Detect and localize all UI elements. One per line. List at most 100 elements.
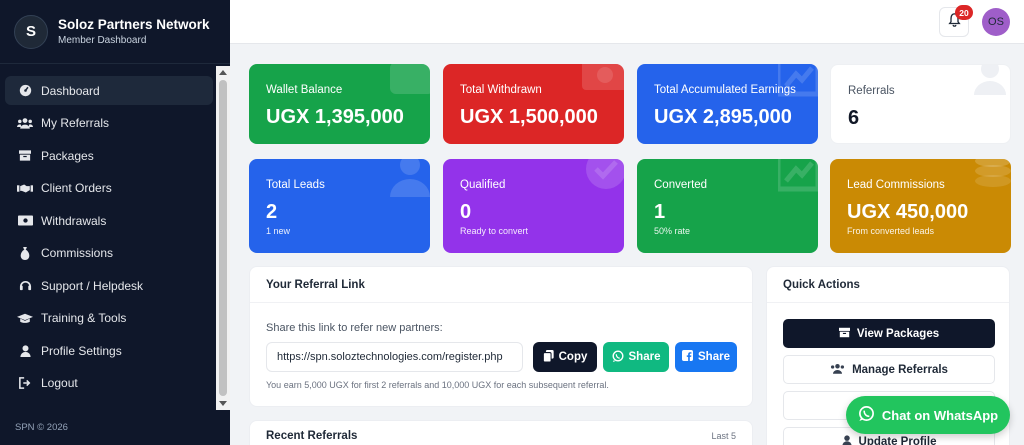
- stat-subtext: Ready to convert: [460, 226, 529, 236]
- stat-label: Referrals: [848, 85, 895, 97]
- stat-subtext: From converted leads: [847, 226, 935, 236]
- wallet-icon: [390, 64, 430, 94]
- stat-label: Total Accumulated Earnings: [654, 84, 796, 96]
- stat-value: 1: [654, 201, 666, 223]
- sidebar-item-label: Support / Helpdesk: [41, 278, 144, 293]
- stat-label: Wallet Balance: [266, 84, 343, 96]
- stat-label: Total Withdrawn: [460, 84, 542, 96]
- sidebar-item-dashboard[interactable]: Dashboard: [5, 76, 213, 105]
- sidebar-item-label: Training & Tools: [41, 311, 127, 325]
- panel-title: Recent Referrals: [266, 430, 358, 442]
- whatsapp-share-label: Share: [628, 351, 661, 363]
- whatsapp-chat-label: Chat on WhatsApp: [881, 407, 999, 423]
- view-packages-label: View Packages: [856, 327, 940, 340]
- panel-title: Quick Actions: [767, 267, 1009, 303]
- stat-subtext: 1 new: [266, 226, 291, 236]
- stat-label: Total Leads: [266, 179, 325, 191]
- sidebar-item-label: Logout: [41, 376, 78, 390]
- converted-card: Converted 1 50% rate: [637, 159, 818, 253]
- referral-earnings-note: You earn 5,000 UGX for first 2 referrals…: [266, 380, 609, 390]
- users-icon: [15, 117, 35, 129]
- money-icon: [582, 64, 624, 90]
- referral-link-input[interactable]: [266, 342, 523, 372]
- total-earnings-card: Total Accumulated Earnings UGX 2,895,000: [637, 64, 818, 144]
- money-icon: [15, 215, 35, 226]
- brand: S Soloz Partners Network Member Dashboar…: [0, 0, 230, 64]
- chart-icon: [778, 159, 818, 192]
- stat-value: 0: [460, 201, 472, 223]
- scroll-up-arrow[interactable]: [219, 70, 227, 75]
- manage-referrals-label: Manage Referrals: [852, 363, 948, 376]
- headset-icon: [15, 279, 35, 292]
- sidebar: S Soloz Partners Network Member Dashboar…: [0, 0, 230, 445]
- brand-subtitle: Member Dashboard: [58, 35, 147, 46]
- notification-count-badge: 20: [955, 5, 973, 20]
- lead-commissions-card: Lead Commissions UGX 450,000 From conver…: [830, 159, 1011, 253]
- check-circle-icon: [586, 159, 624, 189]
- sidebar-item-label: Commissions: [41, 246, 114, 260]
- sidebar-item-logout[interactable]: Logout: [5, 369, 213, 398]
- wallet-balance-card: Wallet Balance UGX 1,395,000: [249, 64, 430, 144]
- referral-instruction: Share this link to refer new partners:: [266, 322, 443, 334]
- topbar: 20 OS: [230, 0, 1024, 44]
- stat-label: Lead Commissions: [847, 179, 945, 191]
- sidebar-item-my-referrals[interactable]: My Referrals: [5, 109, 213, 138]
- view-packages-button[interactable]: View Packages: [783, 319, 995, 348]
- scroll-down-arrow[interactable]: [219, 401, 227, 406]
- users-icon: [974, 65, 1006, 95]
- sidebar-scrollbar[interactable]: [216, 66, 230, 410]
- scrollbar-thumb[interactable]: [219, 80, 227, 396]
- total-leads-card: Total Leads 2 1 new: [249, 159, 430, 253]
- manage-referrals-button[interactable]: Manage Referrals: [783, 355, 995, 384]
- sidebar-item-commissions[interactable]: Commissions: [5, 239, 213, 268]
- sidebar-footer: SPN © 2026: [15, 422, 68, 433]
- stat-value: UGX 450,000: [847, 201, 969, 223]
- sidebar-item-label: Dashboard: [41, 83, 100, 98]
- whatsapp-icon: [612, 350, 624, 365]
- stat-label: Converted: [654, 179, 708, 191]
- whatsapp-icon: [858, 405, 875, 425]
- referrals-card: Referrals 6: [830, 64, 1011, 144]
- sidebar-item-label: Packages: [41, 148, 94, 163]
- sidebar-item-profile-settings[interactable]: Profile Settings: [5, 336, 213, 365]
- sidebar-item-label: My Referrals: [41, 116, 110, 130]
- sidebar-item-withdrawals[interactable]: Withdrawals: [5, 206, 213, 235]
- stat-value: 2: [266, 201, 278, 223]
- whatsapp-share-button[interactable]: Share: [603, 342, 669, 372]
- facebook-icon: [682, 350, 694, 364]
- dashboard-icon: [15, 84, 35, 97]
- sidebar-nav: Dashboard My Referrals Packages Client O…: [5, 76, 213, 401]
- facebook-share-button[interactable]: Share: [675, 342, 737, 372]
- sidebar-item-label: Withdrawals: [41, 213, 107, 228]
- stat-value: UGX 1,500,000: [460, 106, 598, 128]
- copy-button-label: Copy: [558, 351, 588, 363]
- referral-link-panel: Your Referral Link Share this link to re…: [249, 266, 753, 407]
- stat-value: UGX 2,895,000: [654, 106, 792, 128]
- users-icon: [830, 363, 845, 377]
- box-icon: [838, 327, 850, 341]
- user-avatar[interactable]: OS: [982, 8, 1010, 36]
- copy-button[interactable]: Copy: [533, 342, 597, 372]
- box-icon: [15, 150, 35, 161]
- coins-icon: [975, 159, 1011, 187]
- user-icon: [15, 344, 35, 357]
- brand-avatar: S: [14, 14, 48, 49]
- stat-value: UGX 1,395,000: [266, 106, 404, 128]
- copy-icon: [542, 349, 554, 365]
- brand-name: Soloz Partners Network: [58, 17, 210, 32]
- facebook-share-label: Share: [698, 351, 730, 363]
- update-profile-label: Update Profile: [858, 435, 937, 445]
- sidebar-item-client-orders[interactable]: Client Orders: [5, 174, 213, 203]
- graduation-cap-icon: [15, 313, 35, 324]
- sidebar-item-support[interactable]: Support / Helpdesk: [5, 271, 213, 300]
- whatsapp-chat-button[interactable]: Chat on WhatsApp: [846, 396, 1010, 434]
- stat-subtext: 50% rate: [654, 226, 691, 236]
- logout-icon: [15, 377, 35, 389]
- sidebar-item-training[interactable]: Training & Tools: [5, 304, 213, 333]
- sidebar-item-label: Client Orders: [41, 181, 112, 195]
- sidebar-item-packages[interactable]: Packages: [5, 141, 213, 170]
- handshake-icon: [15, 183, 35, 194]
- user-icon: [390, 159, 430, 197]
- money-bag-icon: [15, 246, 35, 260]
- user-icon: [841, 434, 852, 445]
